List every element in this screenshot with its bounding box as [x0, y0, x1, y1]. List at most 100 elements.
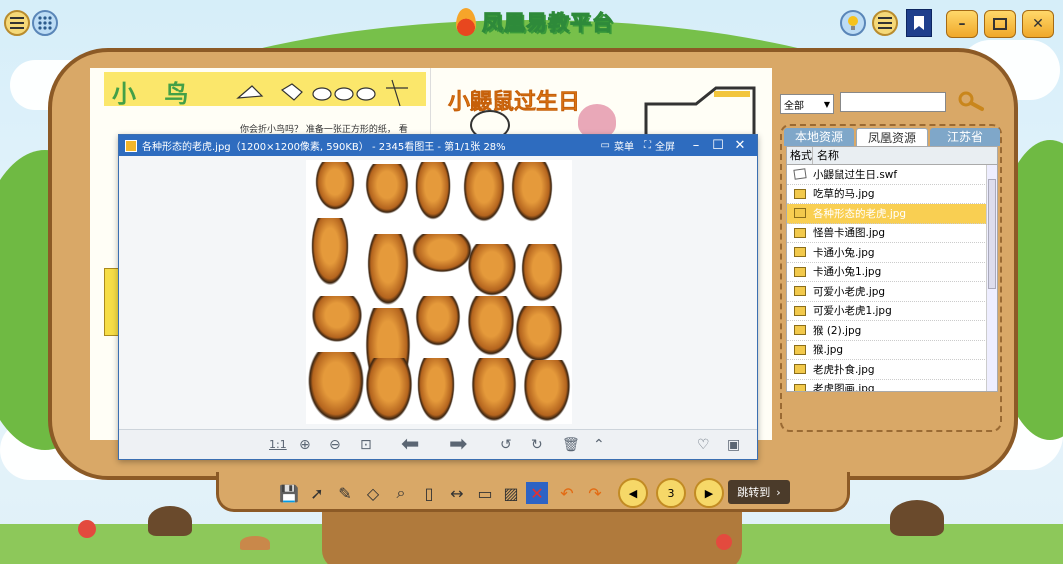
apple-illustration — [78, 520, 96, 538]
tiger-image — [470, 358, 518, 424]
next-page-button[interactable]: ▶ — [694, 478, 724, 508]
pen-icon[interactable]: ✎ — [334, 482, 356, 504]
more-up-icon[interactable]: ⌃ — [593, 437, 605, 453]
tiger-image — [414, 296, 462, 348]
note-icon[interactable]: ▯ — [418, 482, 440, 504]
tiger-image — [510, 162, 554, 224]
save-icon[interactable]: 💾 — [278, 482, 300, 504]
viewer-maximize-button[interactable]: ☐ — [707, 138, 729, 153]
birds-illustration — [236, 79, 408, 107]
viewer-title-bar[interactable]: 各种形态的老虎.jpg（1200×1200像素, 590KB） - 2345看图… — [119, 135, 757, 156]
fit-window-icon[interactable]: ⊡ — [360, 437, 372, 453]
scrollbar-thumb[interactable] — [988, 179, 996, 289]
tab-jiangsu[interactable]: 江苏省 — [930, 128, 1000, 146]
tiger-image — [466, 244, 518, 298]
image-file-icon — [787, 344, 813, 355]
tiger-image — [522, 360, 572, 424]
resource-search-input[interactable] — [840, 92, 946, 112]
bookmark-button[interactable] — [906, 9, 932, 37]
rotate-left-icon[interactable]: ↺ — [500, 437, 512, 453]
pointer-icon[interactable]: ➚ — [306, 482, 328, 504]
undo-icon[interactable]: ↶ — [556, 482, 578, 504]
tiger-image — [306, 352, 366, 424]
column-format: 格式 — [787, 147, 813, 164]
grid-menu-button[interactable] — [32, 10, 58, 36]
file-list-item[interactable]: 小鼹鼠过生日.swf — [787, 165, 997, 185]
previous-arrow-icon[interactable]: ⬅ — [401, 432, 419, 457]
tiger-image — [310, 218, 350, 288]
zoom-in-icon[interactable]: ⊕ — [299, 437, 311, 453]
file-list-item[interactable]: 卡通小兔.jpg — [787, 243, 997, 263]
file-name: 卡通小兔1.jpg — [813, 266, 882, 279]
actual-size-button[interactable]: 1:1 — [269, 438, 287, 451]
file-list-scrollbar[interactable] — [986, 165, 997, 391]
viewer-fullscreen-button[interactable]: ⛶ 全屏 — [644, 138, 675, 153]
tiger-image — [314, 162, 356, 212]
image-file-icon — [787, 325, 813, 336]
viewer-menu-button[interactable]: ▭ 菜单 — [601, 138, 634, 153]
resource-filter-value: 全部 — [784, 100, 804, 112]
lightbulb-icon — [848, 16, 858, 30]
hedgehog-illustration — [148, 506, 192, 536]
file-name: 老虎图画.jpg — [813, 383, 875, 392]
file-list-item[interactable]: 猴 (2).jpg — [787, 321, 997, 341]
tiger-image — [366, 234, 410, 308]
file-name: 小鼹鼠过生日.swf — [813, 168, 898, 181]
minimize-button[interactable]: – — [946, 10, 978, 38]
column-name: 名称 — [817, 149, 839, 162]
list-menu-button[interactable] — [4, 10, 30, 36]
maximize-icon — [993, 18, 1007, 30]
clear-icon[interactable]: ✕ — [526, 482, 548, 504]
file-name: 卡通小兔.jpg — [813, 246, 875, 259]
eraser-icon[interactable]: ◇ — [362, 482, 384, 504]
zoom-out-icon[interactable]: ⊖ — [329, 437, 341, 453]
file-list-item[interactable]: 可爱小老虎.jpg — [787, 282, 997, 302]
magnifier-icon[interactable]: ⌕ — [390, 482, 412, 504]
menu-icon: ▭ — [600, 140, 610, 151]
image-file-icon — [787, 364, 813, 375]
grid-icon — [38, 16, 52, 30]
favorite-heart-icon[interactable]: ♡ — [697, 437, 710, 453]
resize-icon[interactable]: ↔ — [446, 482, 468, 504]
gallery-icon[interactable]: ▣ — [727, 437, 740, 453]
toolbox-icon[interactable]: ▭ — [474, 482, 496, 504]
image-file-icon — [787, 188, 813, 199]
chevron-right-icon: › — [776, 485, 781, 499]
resource-filter-select[interactable]: 全部 ▼ — [780, 94, 834, 114]
close-button[interactable]: ✕ — [1022, 10, 1054, 38]
file-list-item[interactable]: 各种形态的老虎.jpg — [787, 204, 997, 224]
fullscreen-icon: ⛶ — [644, 140, 651, 151]
jump-label: 跳转到 — [737, 486, 771, 499]
viewer-canvas[interactable] — [119, 156, 757, 430]
delete-icon[interactable]: 🗑 — [562, 437, 580, 453]
file-list-item[interactable]: 猴.jpg — [787, 341, 997, 360]
tab-phoenix-resources[interactable]: 凤凰资源 — [856, 128, 928, 146]
redo-icon[interactable]: ↷ — [584, 482, 606, 504]
jump-to-page-button[interactable]: 跳转到 › — [728, 480, 790, 504]
viewer-app-icon — [125, 139, 137, 152]
file-list-item[interactable]: 老虎扑食.jpg — [787, 360, 997, 380]
resource-tabs: 本地资源 凤凰资源 江苏省 — [784, 128, 1000, 146]
file-name: 怪兽卡通图.jpg — [813, 227, 886, 240]
file-rows: 小鼹鼠过生日.swf 吃草的马.jpg 各种形态的老虎.jpg 怪兽卡通图.jpg 卡通… — [787, 165, 997, 392]
previous-page-button[interactable]: ◀ — [618, 478, 648, 508]
tip-button[interactable] — [840, 10, 866, 36]
maximize-button[interactable] — [984, 10, 1016, 38]
file-list-item[interactable]: 吃草的马.jpg — [787, 185, 997, 204]
file-name: 猴 (2).jpg — [813, 324, 862, 337]
file-list-item[interactable]: 可爱小老虎1.jpg — [787, 302, 997, 321]
catalog-button[interactable] — [872, 10, 898, 36]
tiger-image — [364, 358, 414, 424]
viewer-minimize-button[interactable]: – — [685, 138, 707, 153]
next-arrow-icon[interactable]: ➡ — [449, 432, 467, 457]
tiger-image — [466, 296, 516, 358]
file-list-item[interactable]: 怪兽卡通图.jpg — [787, 224, 997, 243]
viewer-close-button[interactable]: ✕ — [729, 138, 751, 153]
image-icon[interactable]: ▨ — [500, 482, 522, 504]
rotate-right-icon[interactable]: ↻ — [531, 437, 543, 453]
list-icon — [878, 17, 892, 29]
tab-local-resources[interactable]: 本地资源 — [784, 128, 854, 146]
search-icon[interactable] — [956, 90, 986, 112]
file-list-item[interactable]: 卡通小兔1.jpg — [787, 263, 997, 282]
file-list-item[interactable]: 老虎图画.jpg — [787, 380, 997, 392]
